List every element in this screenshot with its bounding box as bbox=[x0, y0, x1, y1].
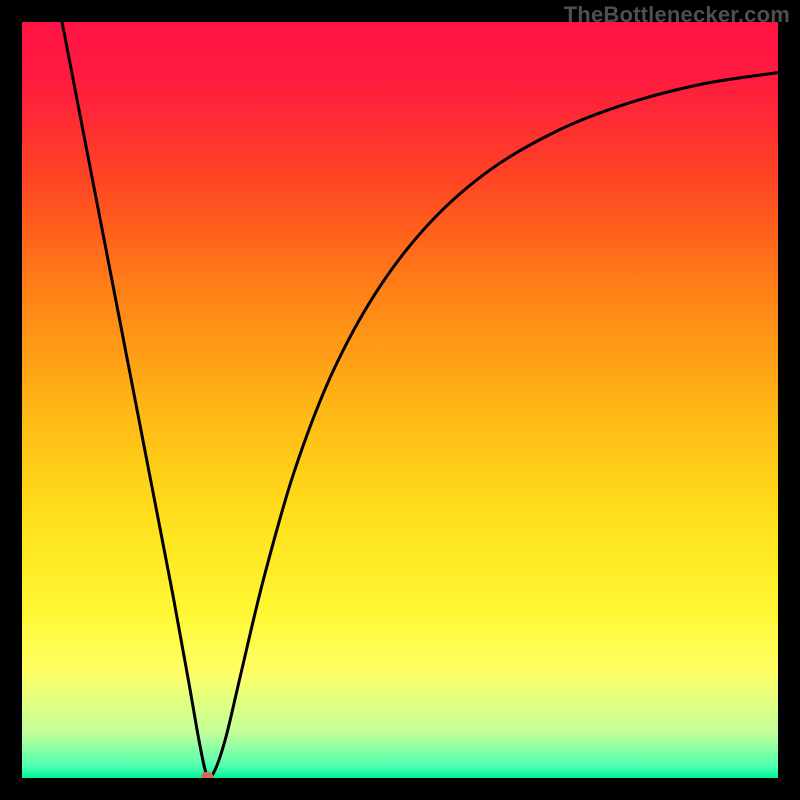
chart-frame: TheBottlenecker.com bbox=[0, 0, 800, 800]
chart-plot bbox=[22, 22, 778, 778]
